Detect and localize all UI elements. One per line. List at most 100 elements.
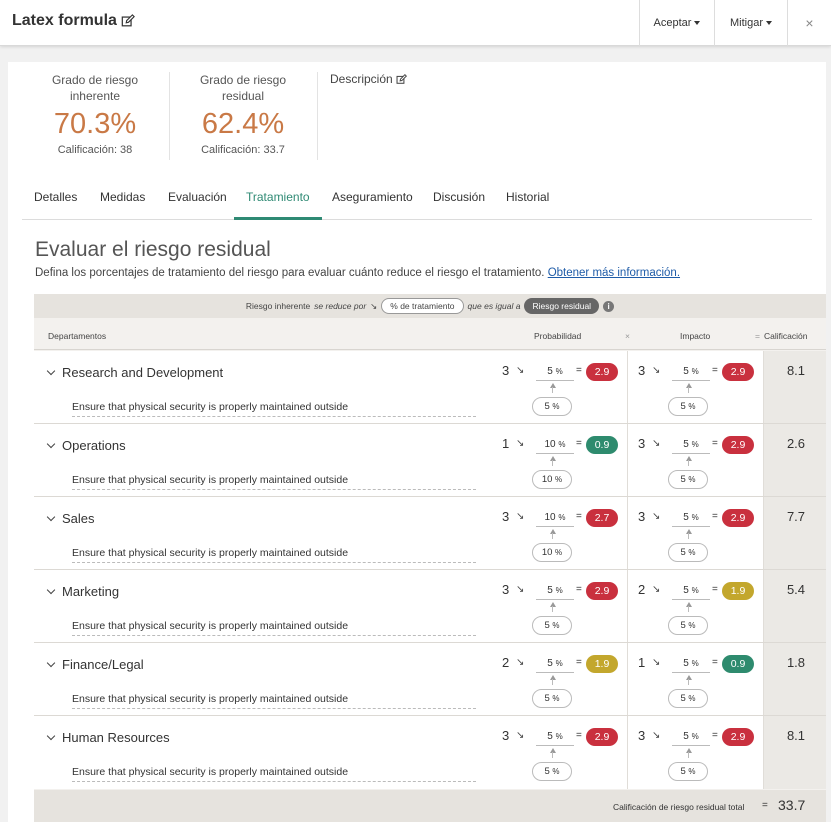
impact-measure-pct[interactable]: 5 % [668, 397, 708, 416]
probability-measure-pct[interactable]: 5 % [532, 689, 572, 708]
equals-symbol: = [576, 584, 582, 595]
connector [688, 460, 689, 466]
tab-tratamiento[interactable]: Tratamiento [234, 190, 322, 220]
equals-symbol: = [712, 511, 718, 522]
tab-discusion[interactable]: Discusión [421, 190, 497, 220]
probability-result-badge: 2.9 [586, 363, 618, 381]
residual-risk-value: 62.4% [201, 108, 285, 140]
department-toggle[interactable]: Research and Development [46, 365, 223, 380]
probability-group: 3 ↘ 5 % = 2.9 5 % [502, 580, 630, 640]
probability-measure-pct[interactable]: 10 % [532, 543, 572, 562]
arrow-up-icon [550, 602, 556, 607]
probability-result-badge: 1.9 [586, 655, 618, 673]
probability-treatment-input[interactable]: 10 % [536, 511, 574, 527]
impact-measure-pct[interactable]: 5 % [668, 616, 708, 635]
arrow-up-icon [686, 602, 692, 607]
department-toggle[interactable]: Sales [46, 511, 95, 526]
measure-text: Ensure that physical security is properl… [72, 766, 476, 782]
section-title: Evaluar el riesgo residual [35, 238, 271, 261]
impact-treatment-input[interactable]: 5 % [672, 365, 710, 381]
connector [688, 679, 689, 685]
close-button[interactable]: × [787, 0, 831, 46]
probability-measure-pct[interactable]: 5 % [532, 397, 572, 416]
info-icon[interactable]: i [603, 300, 615, 312]
impact-measure-pct[interactable]: 5 % [668, 543, 708, 562]
tab-historial[interactable]: Historial [494, 190, 561, 220]
department-toggle[interactable]: Marketing [46, 584, 119, 599]
impact-group: 3 ↘ 5 % = 2.9 5 % [638, 726, 766, 786]
department-row: Sales Ensure that physical security is p… [34, 497, 826, 570]
measure-text: Ensure that physical security is properl… [72, 547, 476, 563]
department-toggle[interactable]: Finance/Legal [46, 657, 144, 672]
impact-result-badge: 2.9 [722, 728, 754, 746]
equals-symbol: = [755, 331, 760, 341]
probability-treatment-input[interactable]: 5 % [536, 584, 574, 600]
divider [169, 72, 170, 160]
impact-treatment-input[interactable]: 5 % [672, 584, 710, 600]
arrow-down-right-icon: ↘ [516, 730, 525, 741]
probability-measure-pct[interactable]: 5 % [532, 616, 572, 635]
connector [552, 752, 553, 758]
impact-treatment-input[interactable]: 5 % [672, 438, 710, 454]
probability-measure-pct[interactable]: 10 % [532, 470, 572, 489]
impact-result-badge: 2.9 [722, 363, 754, 381]
arrow-down-right-icon: ↘ [652, 511, 661, 522]
caret-down-icon [694, 21, 701, 25]
description-edit[interactable]: Descripción [330, 72, 407, 86]
times-symbol: × [625, 331, 630, 341]
impact-result-badge: 2.9 [722, 436, 754, 454]
probability-measure-pct-value: 5 [544, 766, 550, 777]
rating-cell-bg [764, 716, 826, 789]
learn-more-link[interactable]: Obtener más información. [548, 267, 680, 279]
probability-measure-pct[interactable]: 5 % [532, 762, 572, 781]
department-toggle[interactable]: Human Resources [46, 730, 170, 745]
probability-treatment-input[interactable]: 10 % [536, 438, 574, 454]
impact-score: 2 [638, 582, 646, 597]
tab-medidas[interactable]: Medidas [88, 190, 157, 220]
probability-treatment-input[interactable]: 5 % [536, 365, 574, 381]
formula-bar: Riesgo inherente se reduce por ↘ % de tr… [34, 294, 826, 318]
impact-treatment-input[interactable]: 5 % [672, 657, 710, 673]
arrow-down-right-icon: ↘ [652, 584, 661, 595]
probability-treatment-input[interactable]: 5 % [536, 657, 574, 673]
department-toggle[interactable]: Operations [46, 438, 126, 453]
connector [688, 533, 689, 539]
impact-treatment-input[interactable]: 5 % [672, 511, 710, 527]
arrow-up-icon [686, 529, 692, 534]
impact-measure-pct[interactable]: 5 % [668, 762, 708, 781]
tab-aseguramiento[interactable]: Aseguramiento [320, 190, 425, 220]
probability-treatment-input[interactable]: 5 % [536, 730, 574, 746]
department-row: Marketing Ensure that physical security … [34, 570, 826, 643]
accept-dropdown-button[interactable]: Aceptar [639, 0, 714, 46]
impact-score: 3 [638, 363, 646, 378]
formula-reduced-by: se reduce por [314, 301, 367, 311]
impact-measure-pct[interactable]: 5 % [668, 689, 708, 708]
tab-bar: Detalles Medidas Evaluación Tratamiento … [22, 180, 812, 220]
impact-treatment-value: 5 [683, 658, 689, 669]
edit-icon[interactable] [121, 14, 135, 28]
probability-group: 3 ↘ 5 % = 2.9 5 % [502, 361, 630, 421]
rating-cell-bg [764, 497, 826, 570]
row-rating: 1.8 [786, 655, 806, 670]
row-rating: 8.1 [786, 363, 806, 378]
mitigate-dropdown-button[interactable]: Mitigar [714, 0, 787, 46]
probability-treatment-value: 10 [544, 439, 556, 450]
edit-icon [396, 73, 407, 84]
department-row: Finance/Legal Ensure that physical secur… [34, 643, 826, 716]
tab-detalles[interactable]: Detalles [22, 190, 89, 220]
row-rating: 2.6 [786, 436, 806, 451]
tab-evaluacion[interactable]: Evaluación [156, 190, 239, 220]
impact-treatment-value: 5 [683, 585, 689, 596]
probability-score: 3 [502, 582, 510, 597]
row-rating: 7.7 [786, 509, 806, 524]
arrow-up-icon [550, 675, 556, 680]
impact-measure-pct[interactable]: 5 % [668, 470, 708, 489]
equals-symbol: = [576, 438, 582, 449]
impact-result-badge: 0.9 [722, 655, 754, 673]
probability-measure-pct-value: 10 [541, 547, 553, 558]
impact-treatment-input[interactable]: 5 % [672, 730, 710, 746]
arrow-down-right-icon: ↘ [516, 511, 525, 522]
impact-measure-pct-value: 5 [680, 620, 686, 631]
mitigate-label: Mitigar [729, 17, 763, 29]
equals-symbol: = [712, 438, 718, 449]
